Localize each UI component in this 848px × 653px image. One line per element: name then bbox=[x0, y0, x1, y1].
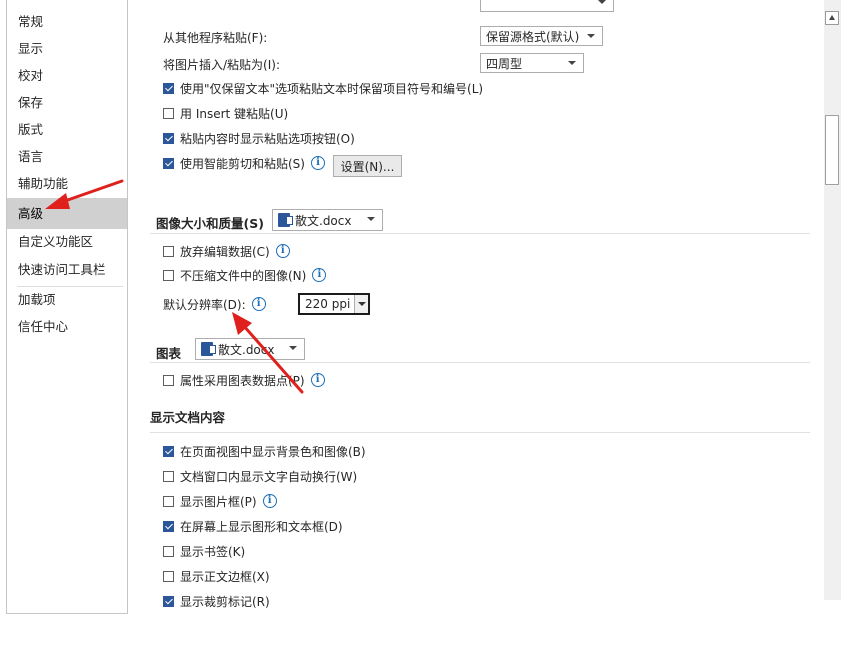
info-icon[interactable]: i bbox=[310, 373, 325, 387]
insert-picture-dropdown[interactable]: 四周型 bbox=[480, 53, 584, 73]
display-option-picture-placeholders[interactable]: 显示图片框(P) i bbox=[163, 490, 277, 512]
sidebar-item-advanced[interactable]: 高级 bbox=[7, 198, 127, 229]
properties-follow-label: 属性采用图表数据点(P) bbox=[180, 373, 305, 388]
display-content-section-title: 显示文档内容 bbox=[150, 410, 226, 425]
clipped-dropdown[interactable] bbox=[480, 0, 614, 12]
properties-follow-option[interactable]: 属性采用图表数据点(P) i bbox=[163, 369, 325, 391]
no-compress-option[interactable]: 不压缩文件中的图像(N) i bbox=[163, 264, 327, 286]
display-boundaries-label: 显示正文边框(X) bbox=[180, 569, 270, 584]
keep-bullets-checkbox[interactable] bbox=[163, 82, 174, 94]
display-wrap-checkbox[interactable] bbox=[163, 470, 174, 482]
discard-editing-checkbox[interactable] bbox=[163, 245, 174, 257]
sidebar-item-display[interactable]: 显示 bbox=[7, 35, 127, 63]
info-icon[interactable]: i bbox=[312, 268, 327, 282]
display-bookmarks-checkbox[interactable] bbox=[163, 545, 174, 557]
smart-cut-label: 使用智能剪切和粘贴(S) bbox=[180, 156, 305, 171]
display-boundaries-checkbox[interactable] bbox=[163, 570, 174, 582]
chevron-down-icon bbox=[587, 34, 595, 38]
options-sidebar: 常规 显示 校对 保存 版式 语言 辅助功能 高级 自定义功能区 快速访问工具栏… bbox=[6, 0, 128, 614]
display-background-checkbox[interactable] bbox=[163, 445, 174, 457]
display-crop-label: 显示裁剪标记(R) bbox=[180, 594, 270, 609]
chart-document-dropdown[interactable]: 散文.docx bbox=[195, 338, 305, 360]
smart-cut-checkbox[interactable] bbox=[163, 157, 174, 169]
chart-section-title: 图表 bbox=[156, 346, 182, 361]
display-crop-checkbox[interactable] bbox=[163, 595, 174, 607]
sidebar-item-addins[interactable]: 加载项 bbox=[7, 286, 127, 314]
scrollbar-thumb[interactable] bbox=[825, 115, 839, 185]
insert-key-label: 用 Insert 键粘贴(U) bbox=[180, 106, 289, 121]
insert-key-checkbox[interactable] bbox=[163, 107, 174, 119]
display-picture-label: 显示图片框(P) bbox=[180, 494, 257, 509]
info-icon[interactable]: i bbox=[310, 156, 325, 170]
section-divider bbox=[150, 362, 810, 363]
display-option-background[interactable]: 在页面视图中显示背景色和图像(B) bbox=[163, 440, 366, 462]
word-document-icon bbox=[278, 213, 293, 227]
insert-picture-label: 将图片插入/粘贴为(I): bbox=[163, 57, 280, 72]
display-wrap-label: 文档窗口内显示文字自动换行(W) bbox=[180, 469, 358, 484]
keep-bullets-label: 使用"仅保留文本"选项粘贴文本时保留项目符号和编号(L) bbox=[180, 81, 484, 96]
display-option-wrap[interactable]: 文档窗口内显示文字自动换行(W) bbox=[163, 465, 357, 487]
dropdown-value: 四周型 bbox=[486, 56, 523, 71]
image-quality-document-dropdown[interactable]: 散文.docx bbox=[272, 209, 383, 231]
smart-cut-option[interactable]: 使用智能剪切和粘贴(S) i bbox=[163, 152, 325, 174]
advanced-options-panel: 从其他程序粘贴(F): 保留源格式(默认) 将图片插入/粘贴为(I): 四周型 … bbox=[130, 0, 824, 653]
sidebar-item-save[interactable]: 保存 bbox=[7, 89, 127, 117]
discard-editing-label: 放弃编辑数据(C) bbox=[180, 244, 270, 259]
insert-key-option[interactable]: 用 Insert 键粘贴(U) bbox=[163, 102, 288, 124]
image-quality-section-title: 图像大小和质量(S) bbox=[156, 216, 264, 231]
properties-follow-checkbox[interactable] bbox=[163, 374, 174, 386]
vertical-scrollbar[interactable] bbox=[824, 0, 841, 600]
sidebar-item-general[interactable]: 常规 bbox=[7, 8, 127, 36]
display-option-bookmarks[interactable]: 显示书签(K) bbox=[163, 540, 245, 562]
display-background-label: 在页面视图中显示背景色和图像(B) bbox=[180, 444, 366, 459]
sidebar-item-proofing[interactable]: 校对 bbox=[7, 62, 127, 90]
info-icon[interactable]: i bbox=[251, 297, 266, 311]
default-resolution-row: 默认分辨率(D): i bbox=[163, 293, 266, 315]
default-resolution-dropdown[interactable]: 220 ppi bbox=[298, 293, 370, 315]
sidebar-item-layout[interactable]: 版式 bbox=[7, 116, 127, 144]
display-picture-checkbox[interactable] bbox=[163, 495, 174, 507]
sidebar-item-customize-ribbon[interactable]: 自定义功能区 bbox=[7, 228, 127, 256]
chevron-down-icon[interactable] bbox=[353, 295, 368, 313]
dropdown-value: 散文.docx bbox=[218, 342, 275, 357]
dropdown-value: 保留源格式(默认) bbox=[486, 29, 580, 44]
show-paste-button-label: 粘贴内容时显示粘贴选项按钮(O) bbox=[180, 131, 355, 146]
show-paste-button-option[interactable]: 粘贴内容时显示粘贴选项按钮(O) bbox=[163, 127, 355, 149]
paste-other-program-dropdown[interactable]: 保留源格式(默认) bbox=[480, 26, 603, 46]
display-drawings-checkbox[interactable] bbox=[163, 520, 174, 532]
display-option-crop-marks[interactable]: 显示裁剪标记(R) bbox=[163, 590, 270, 612]
paste-other-program-label: 从其他程序粘贴(F): bbox=[163, 30, 268, 45]
info-icon[interactable]: i bbox=[275, 244, 290, 258]
word-document-icon bbox=[201, 342, 216, 356]
sidebar-item-trust-center[interactable]: 信任中心 bbox=[7, 313, 127, 341]
default-resolution-label: 默认分辨率(D): bbox=[163, 297, 246, 312]
scroll-up-arrow-icon[interactable] bbox=[825, 11, 839, 25]
smart-cut-settings-button[interactable]: 设置(N)... bbox=[333, 155, 402, 177]
sidebar-item-language[interactable]: 语言 bbox=[7, 143, 127, 171]
info-icon[interactable]: i bbox=[262, 494, 277, 508]
display-option-text-boundaries[interactable]: 显示正文边框(X) bbox=[163, 565, 270, 587]
show-paste-button-checkbox[interactable] bbox=[163, 132, 174, 144]
no-compress-checkbox[interactable] bbox=[163, 269, 174, 281]
chevron-down-icon bbox=[289, 346, 297, 350]
section-divider bbox=[150, 432, 810, 433]
display-option-drawings[interactable]: 在屏幕上显示图形和文本框(D) bbox=[163, 515, 343, 537]
display-bookmarks-label: 显示书签(K) bbox=[180, 544, 246, 559]
sidebar-item-accessibility[interactable]: 辅助功能 bbox=[7, 170, 127, 198]
section-divider bbox=[150, 233, 810, 234]
display-drawings-label: 在屏幕上显示图形和文本框(D) bbox=[180, 519, 343, 534]
dropdown-value: 220 ppi bbox=[305, 297, 351, 311]
sidebar-item-quick-access[interactable]: 快速访问工具栏 bbox=[7, 256, 127, 284]
dropdown-value: 散文.docx bbox=[295, 213, 352, 228]
chevron-down-icon bbox=[568, 61, 576, 65]
no-compress-label: 不压缩文件中的图像(N) bbox=[180, 268, 307, 283]
chevron-down-icon bbox=[598, 0, 606, 4]
discard-editing-option[interactable]: 放弃编辑数据(C) i bbox=[163, 240, 290, 262]
chevron-down-icon bbox=[367, 217, 375, 221]
keep-bullets-option[interactable]: 使用"仅保留文本"选项粘贴文本时保留项目符号和编号(L) bbox=[163, 77, 483, 99]
